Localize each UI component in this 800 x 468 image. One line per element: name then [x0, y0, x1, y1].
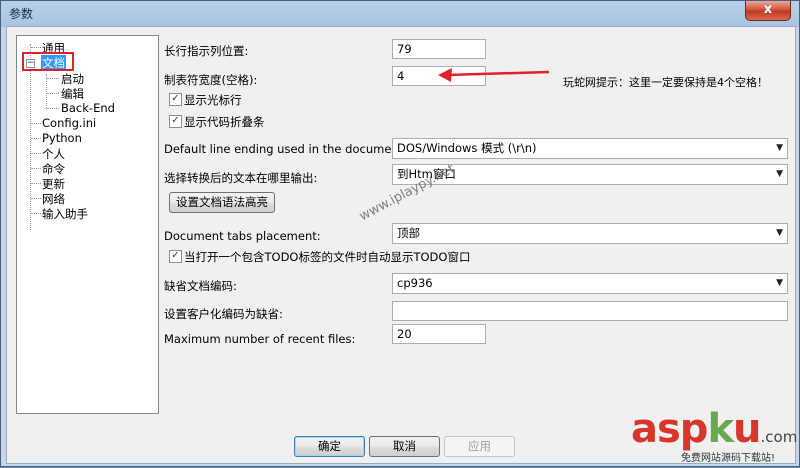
brand-part-k: k [707, 406, 734, 452]
brand-part-u: u [733, 406, 762, 452]
brand-part-com: .com [760, 428, 798, 446]
annotation-text: 玩蛇网提示：这里一定要保持是4个空格！ [563, 76, 768, 89]
annotation-arrow [438, 68, 550, 82]
brand-subtitle: 免费网站源码下载站! [681, 453, 776, 464]
brand-watermark: aspku.com [631, 406, 797, 452]
brand-part-a: asp [631, 406, 708, 452]
options-dialog: 参数 x 通用 − 文档 启动 编辑 Back-End Config.ini P… [0, 0, 800, 467]
